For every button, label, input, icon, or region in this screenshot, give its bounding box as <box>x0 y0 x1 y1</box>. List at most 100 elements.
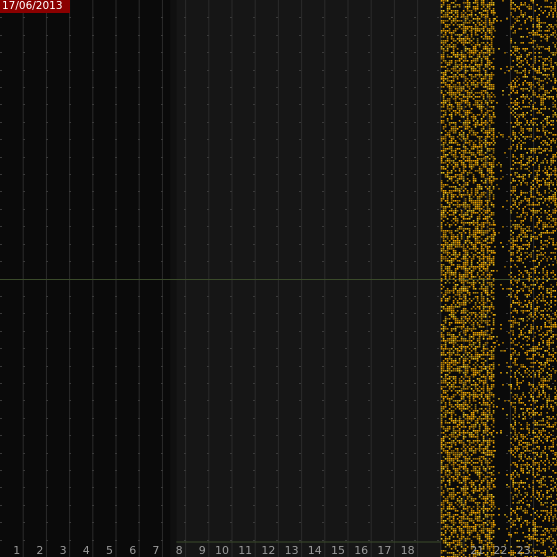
detection-point <box>474 146 477 148</box>
detection-point <box>488 496 491 498</box>
detection-point <box>456 460 459 462</box>
detection-point <box>442 4 445 6</box>
detection-point <box>476 532 479 534</box>
detection-point <box>472 230 475 232</box>
detection-point <box>464 360 467 362</box>
detection-point <box>478 142 481 144</box>
detection-point <box>454 494 457 496</box>
detection-point <box>444 416 447 418</box>
detection-point <box>450 398 453 400</box>
detection-point <box>490 4 493 6</box>
detection-point <box>466 370 469 372</box>
detection-point <box>464 146 467 148</box>
detection-point <box>490 538 493 540</box>
detection-point <box>474 276 477 278</box>
detection-point <box>460 520 463 522</box>
detection-point <box>468 96 471 98</box>
detection-point <box>516 76 518 78</box>
detection-point <box>482 306 485 308</box>
detection-point <box>476 188 479 190</box>
detection-point <box>462 508 465 510</box>
detection-point <box>528 128 530 130</box>
detection-point <box>506 66 508 68</box>
detection-point <box>510 82 512 84</box>
detection-point <box>462 176 465 178</box>
detection-point <box>482 468 485 470</box>
detection-point <box>484 82 487 84</box>
detection-point <box>446 236 449 238</box>
detection-point <box>522 64 524 66</box>
detection-point <box>468 268 471 270</box>
detection-point <box>440 396 443 398</box>
detection-point <box>456 510 459 512</box>
detection-point <box>444 42 447 44</box>
detection-point <box>478 346 481 348</box>
detection-point <box>478 530 481 532</box>
detection-point <box>482 158 485 160</box>
detection-point <box>474 76 477 78</box>
detection-point <box>466 476 469 478</box>
detection-point <box>440 278 443 280</box>
detection-point <box>470 140 473 142</box>
detection-point <box>480 314 483 316</box>
detection-point <box>456 164 459 166</box>
detection-point <box>464 46 467 48</box>
detection-point <box>478 282 481 284</box>
detection-point <box>476 196 479 198</box>
detection-point <box>462 14 465 16</box>
detection-point <box>472 154 475 156</box>
detection-point <box>510 220 512 222</box>
detection-point <box>480 442 483 444</box>
detection-point <box>474 104 477 106</box>
detection-point <box>448 70 451 72</box>
detection-point <box>472 306 475 308</box>
detection-point <box>540 104 542 106</box>
detection-point <box>448 400 451 402</box>
detection-point <box>460 298 463 300</box>
detection-point <box>452 476 455 478</box>
detection-point <box>454 312 457 314</box>
detection-point <box>478 326 481 328</box>
detection-point <box>532 106 534 108</box>
detection-point <box>550 2 552 4</box>
detection-point <box>464 264 467 266</box>
detection-point <box>468 530 471 532</box>
detection-point <box>444 526 447 528</box>
detection-point <box>554 80 556 82</box>
detection-point <box>450 534 453 536</box>
detection-point <box>484 404 487 406</box>
detection-point <box>446 164 449 166</box>
detection-point <box>472 530 475 532</box>
detection-point <box>452 436 455 438</box>
detection-point <box>480 194 483 196</box>
detection-point <box>554 100 556 102</box>
detection-point <box>492 172 495 174</box>
detection-point <box>488 476 491 478</box>
detection-point <box>478 302 481 304</box>
detection-point <box>478 506 481 508</box>
detection-point <box>512 80 514 82</box>
detection-point <box>486 528 489 530</box>
detection-point <box>450 32 453 34</box>
detection-point <box>488 482 491 484</box>
detection-point <box>440 54 443 56</box>
detection-point <box>458 228 461 230</box>
detection-point <box>474 122 477 124</box>
detection-point <box>482 422 485 424</box>
detection-point <box>446 524 449 526</box>
detection-point <box>488 178 491 180</box>
detection-point <box>446 24 449 26</box>
detection-point <box>454 342 457 344</box>
detection-point <box>458 102 461 104</box>
detection-point <box>476 490 479 492</box>
detection-point <box>464 462 467 464</box>
detection-point <box>450 230 453 232</box>
detection-point <box>484 112 487 114</box>
detection-point <box>444 138 447 140</box>
detection-point <box>444 396 447 398</box>
detection-point <box>490 122 493 124</box>
detection-point <box>462 286 465 288</box>
detection-point <box>442 334 445 336</box>
detection-point <box>440 186 443 188</box>
detection-point <box>456 450 459 452</box>
